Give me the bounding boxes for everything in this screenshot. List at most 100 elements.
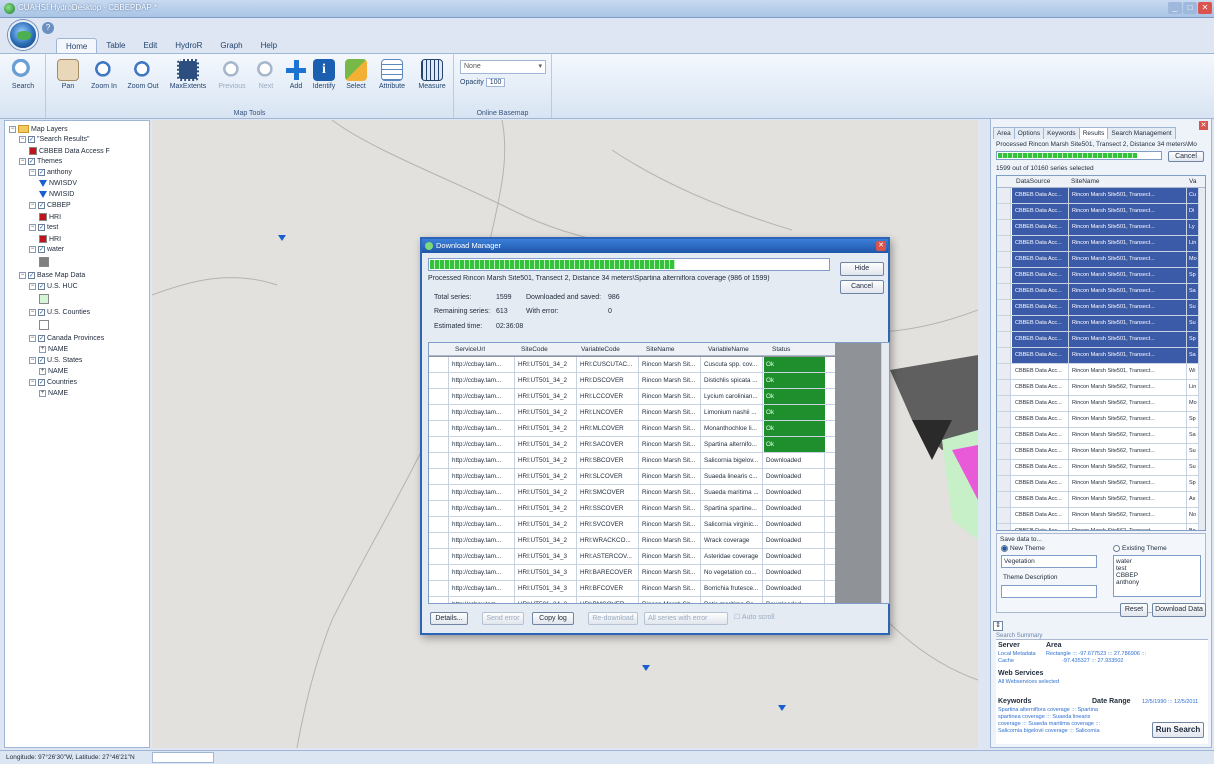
tab-help[interactable]: Help: [252, 38, 286, 54]
layer-item[interactable]: NWISID: [39, 191, 74, 198]
result-row[interactable]: CBBEB Data Acc... Rincon Marsh Site501, T…: [997, 268, 1200, 284]
minimize-button[interactable]: _: [1168, 2, 1182, 14]
download-data-button[interactable]: Download Data: [1152, 603, 1206, 617]
col-variable[interactable]: Va: [1189, 178, 1196, 185]
tab-hydror[interactable]: HydroR: [166, 38, 211, 54]
collapse-icon[interactable]: −: [29, 335, 36, 342]
close-button[interactable]: ✕: [1198, 2, 1212, 14]
download-row[interactable]: http://ccbay.tam... HRI:UT501_34_2 HRI:SMC…: [429, 485, 835, 501]
help-icon[interactable]: ?: [42, 22, 54, 34]
select-button[interactable]: Select: [336, 56, 376, 102]
checkbox-checked-icon[interactable]: ✓: [38, 246, 45, 253]
row-selector[interactable]: [997, 364, 1011, 379]
checkbox-checked-icon[interactable]: ✓: [38, 335, 45, 342]
application-menu-button[interactable]: [8, 20, 38, 50]
result-row[interactable]: CBBEB Data Acc... Rincon Marsh Site501, T…: [997, 284, 1200, 300]
row-selector[interactable]: [997, 188, 1011, 203]
download-row[interactable]: http://ccbay.tam... HRI:UT501_34_2 HRI:SLC…: [429, 469, 835, 485]
col-serviceurl[interactable]: ServiceUrl: [455, 346, 485, 353]
search-tool-button[interactable]: Search: [3, 56, 43, 102]
row-selector[interactable]: [997, 284, 1011, 299]
row-selector[interactable]: [997, 268, 1011, 283]
download-row[interactable]: http://ccbay.tam...HRI:UT501_34_3HRI:BMC…: [429, 597, 835, 603]
layer-item[interactable]: − ✓ Countries: [29, 379, 77, 386]
measure-button[interactable]: Measure: [412, 56, 452, 102]
tab-results[interactable]: Results: [1078, 127, 1109, 139]
col-status[interactable]: Status: [772, 346, 790, 353]
checkbox-checked-icon[interactable]: ✓: [38, 379, 45, 386]
collapse-icon[interactable]: −: [9, 125, 16, 133]
collapse-icon[interactable]: ⇕: [993, 621, 1003, 631]
download-row[interactable]: http://ccbay.tam... HRI:UT501_34_2 HRI:LNC…: [429, 405, 835, 421]
checkbox-checked-icon[interactable]: ✓: [38, 224, 45, 231]
col-sitename[interactable]: SiteName: [646, 346, 675, 353]
collapse-icon[interactable]: −: [19, 272, 26, 279]
row-selector[interactable]: [997, 204, 1011, 219]
reset-button[interactable]: Reset: [1120, 603, 1148, 617]
send-error-button[interactable]: Send error: [482, 612, 524, 625]
zoom-out-button[interactable]: Zoom Out: [123, 56, 163, 102]
layer-item[interactable]: HRI: [39, 213, 61, 221]
layer-item[interactable]: − ✓ Base Map Data: [19, 272, 85, 279]
row-selector[interactable]: [997, 252, 1011, 267]
layer-item[interactable]: − ✓ anthony: [29, 169, 72, 176]
result-row[interactable]: CBBEB Data Acc... Rincon Marsh Site562, T…: [997, 412, 1200, 428]
result-row[interactable]: CBBEB Data Acc... Rincon Marsh Site562, T…: [997, 476, 1200, 492]
checkbox-checked-icon[interactable]: ✓: [28, 136, 35, 143]
tab-keywords[interactable]: Keywords: [1043, 127, 1080, 139]
tab-edit[interactable]: Edit: [134, 38, 166, 54]
download-grid-scrollbar[interactable]: [881, 343, 889, 603]
layer-item[interactable]: [39, 294, 51, 304]
result-row[interactable]: CBBEB Data Acc... Rincon Marsh Site501, T…: [997, 300, 1200, 316]
auto-scroll-checkbox[interactable]: ☐ Auto scroll: [734, 613, 775, 621]
layer-item[interactable]: − ✓ Canada Provinces: [29, 335, 104, 342]
col-variablecode[interactable]: VariableCode: [581, 346, 620, 353]
error-filter-select[interactable]: All series with error: [644, 612, 728, 625]
checkbox-checked-icon[interactable]: ✓: [38, 202, 45, 209]
results-cancel-button[interactable]: Cancel: [1168, 151, 1204, 162]
row-selector[interactable]: [997, 508, 1011, 523]
tab-search-management[interactable]: Search Management: [1107, 127, 1176, 139]
row-selector[interactable]: [997, 412, 1011, 427]
layer-item[interactable]: HRI: [39, 235, 61, 243]
row-selector[interactable]: [997, 300, 1011, 315]
row-selector[interactable]: [997, 428, 1011, 443]
details-button[interactable]: Details...: [430, 612, 468, 625]
collapse-icon[interactable]: −: [29, 283, 36, 290]
download-row[interactable]: http://ccbay.tam... HRI:UT501_34_3 HRI:BFC…: [429, 581, 835, 597]
download-row[interactable]: http://ccbay.tam... HRI:UT501_34_2 HRI:MLC…: [429, 421, 835, 437]
theme-list-item[interactable]: water: [1116, 558, 1198, 565]
layer-item[interactable]: − ✓ water: [29, 246, 64, 253]
theme-description-input[interactable]: [1001, 585, 1097, 598]
checkbox-checked-icon[interactable]: ✓: [38, 169, 45, 176]
col-variablename[interactable]: VariableName: [708, 346, 749, 353]
row-selector[interactable]: [997, 492, 1011, 507]
row-selector[interactable]: [997, 460, 1011, 475]
result-row[interactable]: CBBEB Data Acc... Rincon Marsh Site562, T…: [997, 380, 1200, 396]
theme-list-item[interactable]: test: [1116, 565, 1198, 572]
run-search-button[interactable]: Run Search: [1152, 722, 1204, 738]
checkbox-checked-icon[interactable]: ✓: [38, 283, 45, 290]
existing-theme-list[interactable]: water test CBBEP anthony: [1113, 555, 1201, 597]
result-row[interactable]: CBBEB Data Acc... Rincon Marsh Site562, T…: [997, 524, 1200, 530]
result-row[interactable]: CBBEB Data Acc... Rincon Marsh Site562, T…: [997, 444, 1200, 460]
layer-item[interactable]: NWISDV: [39, 180, 77, 187]
collapse-icon[interactable]: −: [19, 158, 26, 165]
site-marker[interactable]: [278, 235, 286, 241]
result-row[interactable]: CBBEB Data Acc... Rincon Marsh Site501, T…: [997, 236, 1200, 252]
download-row[interactable]: http://ccbay.tam... HRI:UT501_34_3 HRI:AST…: [429, 549, 835, 565]
download-row[interactable]: http://ccbay.tam... HRI:UT501_34_2 HRI:CUS…: [429, 357, 835, 373]
opacity-input[interactable]: 100: [485, 78, 506, 87]
tab-area[interactable]: Area: [993, 127, 1015, 139]
result-row[interactable]: CBBEB Data Acc... Rincon Marsh Site562, T…: [997, 428, 1200, 444]
download-row[interactable]: http://ccbay.tam... HRI:UT501_34_2 HRI:LCC…: [429, 389, 835, 405]
dialog-cancel-button[interactable]: Cancel: [840, 280, 884, 294]
row-selector[interactable]: [997, 220, 1011, 235]
layer-item[interactable]: − ✓ "Search Results": [19, 136, 89, 143]
collapse-icon[interactable]: −: [29, 224, 36, 231]
result-row[interactable]: CBBEB Data Acc... Rincon Marsh Site501, T…: [997, 364, 1200, 380]
download-row[interactable]: http://ccbay.tam... HRI:UT501_34_2 HRI:DSC…: [429, 373, 835, 389]
row-selector[interactable]: [997, 396, 1011, 411]
site-marker[interactable]: [642, 665, 650, 671]
layer-item[interactable]: − ✓ U.S. Counties: [29, 309, 90, 316]
